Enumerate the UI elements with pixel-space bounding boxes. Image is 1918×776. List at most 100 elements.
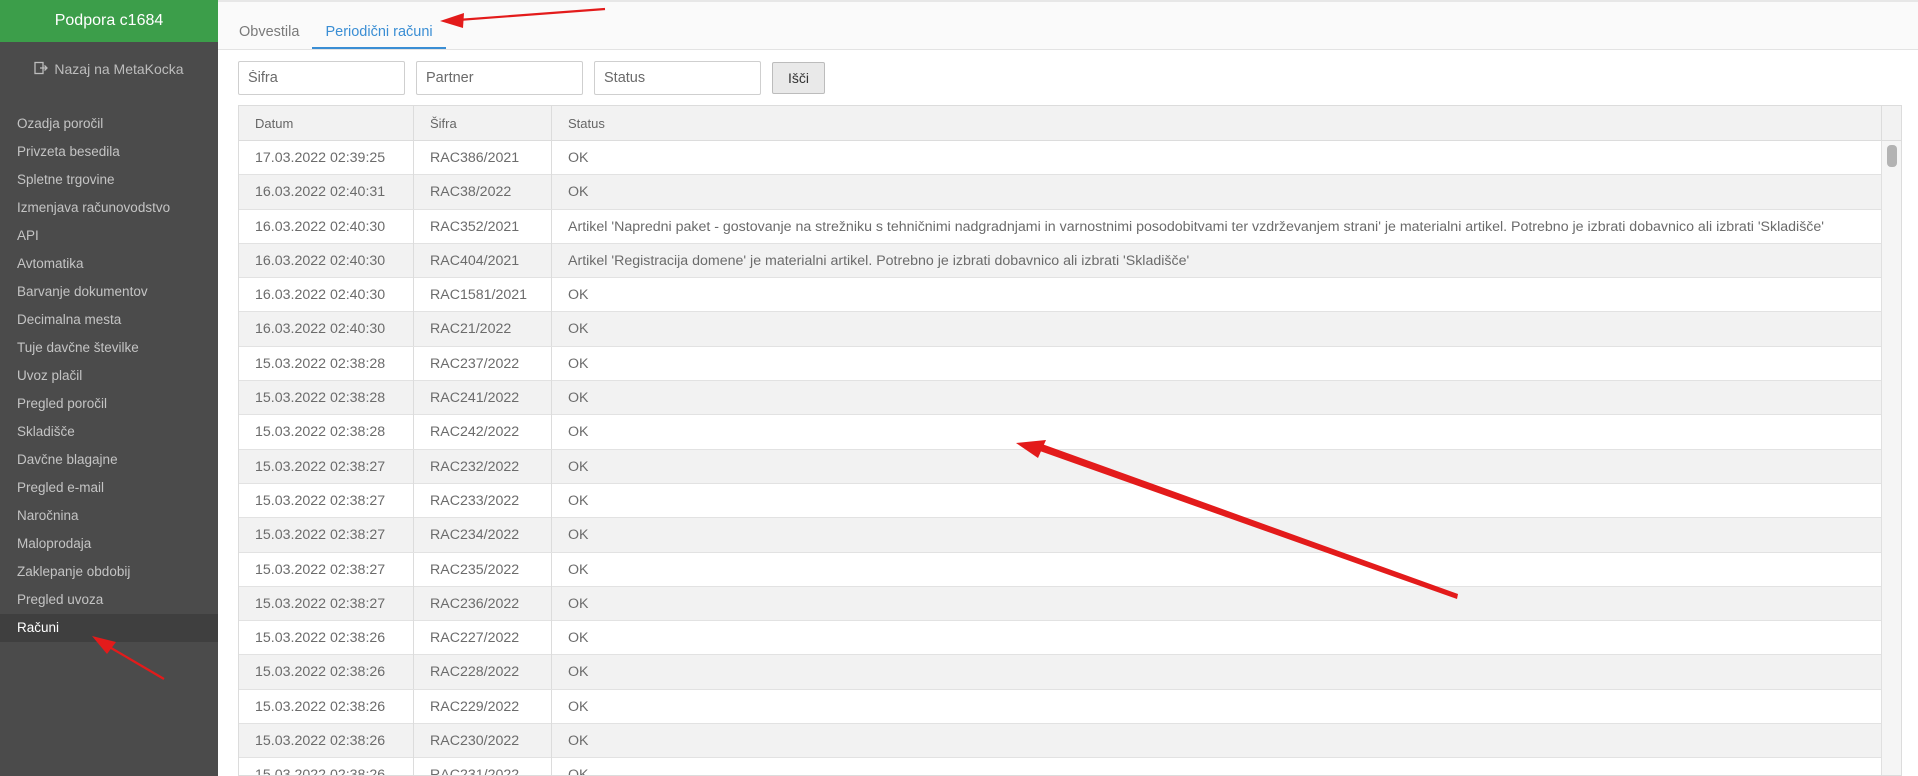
app-window: Podpora c1684 Nazaj na MetaKocka Ozadja … xyxy=(0,0,1918,776)
table-row[interactable]: 15.03.2022 02:38:26 RAC231/2022 OK xyxy=(239,758,1901,775)
tab-bar: Obvestila Periodični računi xyxy=(218,2,1918,50)
sidebar-item-avtomatika[interactable]: Avtomatika xyxy=(0,250,218,278)
table-body: 17.03.2022 02:39:25 RAC386/2021 OK 16.03.2… xyxy=(239,141,1901,775)
cell-status: OK xyxy=(552,483,1882,518)
scrollbar-thumb[interactable] xyxy=(1887,145,1897,167)
code-filter-input[interactable] xyxy=(238,61,405,95)
cell-status: OK xyxy=(552,346,1882,381)
sidebar-item-narocnina[interactable]: Naročnina xyxy=(0,502,218,530)
cell-date: 15.03.2022 02:38:26 xyxy=(239,689,414,724)
search-button[interactable]: Išči xyxy=(772,62,825,94)
cell-date: 16.03.2022 02:40:30 xyxy=(239,312,414,347)
table-row[interactable]: 16.03.2022 02:40:30 RAC1581/2021 OK xyxy=(239,278,1901,313)
header-code[interactable]: Šifra xyxy=(414,106,552,141)
cell-code: RAC228/2022 xyxy=(414,655,552,690)
cell-date: 15.03.2022 02:38:27 xyxy=(239,449,414,484)
sidebar-item-pregled-porocil[interactable]: Pregled poročil xyxy=(0,390,218,418)
cell-status: Artikel 'Napredni paket - gostovanje na … xyxy=(552,209,1882,244)
cell-code: RAC231/2022 xyxy=(414,758,552,775)
sidebar-item-spletne-trgovine[interactable]: Spletne trgovine xyxy=(0,166,218,194)
cell-status: OK xyxy=(552,278,1882,313)
table-row[interactable]: 15.03.2022 02:38:28 RAC242/2022 OK xyxy=(239,415,1901,450)
cell-code: RAC229/2022 xyxy=(414,689,552,724)
sidebar-item-pregled-email[interactable]: Pregled e-mail xyxy=(0,474,218,502)
table-row[interactable]: 15.03.2022 02:38:27 RAC232/2022 OK xyxy=(239,449,1901,484)
table-row[interactable]: 15.03.2022 02:38:27 RAC234/2022 OK xyxy=(239,518,1901,553)
table-row[interactable]: 16.03.2022 02:40:30 RAC21/2022 OK xyxy=(239,312,1901,347)
sidebar-item-skladisce[interactable]: Skladišče xyxy=(0,418,218,446)
cell-code: RAC241/2022 xyxy=(414,381,552,416)
sidebar-item-decimalna-mesta[interactable]: Decimalna mesta xyxy=(0,306,218,334)
sidebar-item-ozadja-porocil[interactable]: Ozadja poročil xyxy=(0,110,218,138)
cell-code: RAC38/2022 xyxy=(414,175,552,210)
status-filter-input[interactable] xyxy=(594,61,761,95)
sidebar-menu: Ozadja poročil Privzeta besedila Spletne… xyxy=(0,110,218,642)
cell-date: 15.03.2022 02:38:27 xyxy=(239,483,414,518)
cell-code: RAC1581/2021 xyxy=(414,278,552,313)
cell-status: OK xyxy=(552,518,1882,553)
cell-date: 15.03.2022 02:38:26 xyxy=(239,758,414,775)
cell-date: 15.03.2022 02:38:26 xyxy=(239,655,414,690)
sidebar-item-maloprodaja[interactable]: Maloprodaja xyxy=(0,530,218,558)
cell-status: OK xyxy=(552,586,1882,621)
table-row[interactable]: 15.03.2022 02:38:26 RAC228/2022 OK xyxy=(239,655,1901,690)
table-row[interactable]: 16.03.2022 02:40:31 RAC38/2022 OK xyxy=(239,175,1901,210)
cell-status: OK xyxy=(552,621,1882,656)
cell-date: 15.03.2022 02:38:28 xyxy=(239,346,414,381)
sidebar-item-tuje-davcne-stevilke[interactable]: Tuje davčne številke xyxy=(0,334,218,362)
tab-periodicni-racuni[interactable]: Periodični računi xyxy=(312,3,446,49)
back-to-metakocka-link[interactable]: Nazaj na MetaKocka xyxy=(0,42,218,96)
table-scrollbar[interactable] xyxy=(1881,141,1901,775)
cell-code: RAC227/2022 xyxy=(414,621,552,656)
sidebar-item-izmenjava-racunovodstvo[interactable]: Izmenjava računovodstvo xyxy=(0,194,218,222)
cell-date: 15.03.2022 02:38:27 xyxy=(239,586,414,621)
sidebar-item-davcne-blagajne[interactable]: Davčne blagajne xyxy=(0,446,218,474)
table-row[interactable]: 15.03.2022 02:38:28 RAC241/2022 OK xyxy=(239,381,1901,416)
table-row[interactable]: 15.03.2022 02:38:27 RAC235/2022 OK xyxy=(239,552,1901,587)
cell-status: OK xyxy=(552,312,1882,347)
table-row[interactable]: 15.03.2022 02:38:26 RAC227/2022 OK xyxy=(239,621,1901,656)
cell-status: OK xyxy=(552,175,1882,210)
table-header: Datum Šifra Status xyxy=(239,106,1901,141)
cell-code: RAC237/2022 xyxy=(414,346,552,381)
table-row[interactable]: 16.03.2022 02:40:30 RAC404/2021 Artikel 'R… xyxy=(239,243,1901,279)
cell-date: 15.03.2022 02:38:28 xyxy=(239,381,414,416)
sidebar-item-uvoz-placil[interactable]: Uvoz plačil xyxy=(0,362,218,390)
cell-status: OK xyxy=(552,141,1882,175)
brand-title: Podpora c1684 xyxy=(0,0,218,42)
cell-status: OK xyxy=(552,449,1882,484)
tab-obvestila[interactable]: Obvestila xyxy=(226,3,312,49)
header-date[interactable]: Datum xyxy=(239,106,414,141)
cell-code: RAC352/2021 xyxy=(414,209,552,244)
cell-date: 15.03.2022 02:38:26 xyxy=(239,724,414,759)
cell-code: RAC242/2022 xyxy=(414,415,552,450)
cell-status: OK xyxy=(552,689,1882,724)
table-row[interactable]: 15.03.2022 02:38:27 RAC236/2022 OK xyxy=(239,586,1901,622)
table-row[interactable]: 17.03.2022 02:39:25 RAC386/2021 OK xyxy=(239,141,1901,176)
sidebar-item-privzeta-besedila[interactable]: Privzeta besedila xyxy=(0,138,218,166)
table-row[interactable]: 15.03.2022 02:38:26 RAC229/2022 OK xyxy=(239,689,1901,725)
cell-code: RAC236/2022 xyxy=(414,586,552,621)
partner-filter-input[interactable] xyxy=(416,61,583,95)
sidebar-item-zaklepanje-obdobij[interactable]: Zaklepanje obdobij xyxy=(0,558,218,586)
header-status[interactable]: Status xyxy=(552,106,1882,141)
table-row[interactable]: 16.03.2022 02:40:30 RAC352/2021 Artikel 'N… xyxy=(239,209,1901,244)
sidebar-item-api[interactable]: API xyxy=(0,222,218,250)
cell-status: OK xyxy=(552,415,1882,450)
filter-bar: Išči xyxy=(238,61,825,95)
cell-code: RAC235/2022 xyxy=(414,552,552,587)
sidebar: Podpora c1684 Nazaj na MetaKocka Ozadja … xyxy=(0,0,218,776)
table-row[interactable]: 15.03.2022 02:38:28 RAC237/2022 OK xyxy=(239,346,1901,382)
cell-code: RAC404/2021 xyxy=(414,243,552,278)
main-content: Obvestila Periodični računi Išči Datum Š… xyxy=(218,0,1918,776)
cell-code: RAC233/2022 xyxy=(414,483,552,518)
cell-date: 16.03.2022 02:40:30 xyxy=(239,209,414,244)
cell-code: RAC234/2022 xyxy=(414,518,552,553)
cell-status: OK xyxy=(552,552,1882,587)
sidebar-item-racuni[interactable]: Računi xyxy=(0,614,218,642)
sidebar-item-barvanje-dokumentov[interactable]: Barvanje dokumentov xyxy=(0,278,218,306)
table-row[interactable]: 15.03.2022 02:38:26 RAC230/2022 OK xyxy=(239,724,1901,759)
cell-date: 16.03.2022 02:40:30 xyxy=(239,243,414,278)
sidebar-item-pregled-uvoza[interactable]: Pregled uvoza xyxy=(0,586,218,614)
table-row[interactable]: 15.03.2022 02:38:27 RAC233/2022 OK xyxy=(239,483,1901,519)
